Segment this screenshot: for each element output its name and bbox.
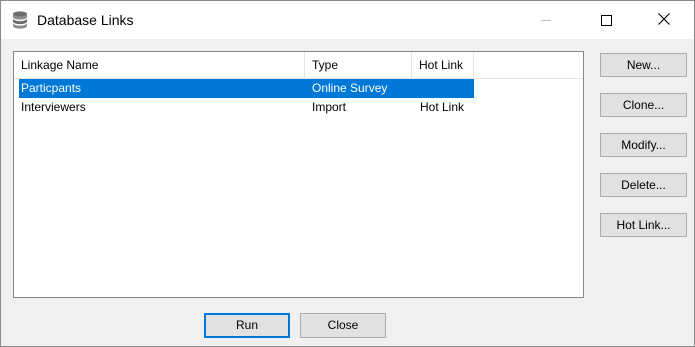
row-hot-link: Hot Link (420, 100, 465, 114)
row-linkage-name: Particpants (21, 81, 82, 95)
delete-button[interactable]: Delete... (600, 173, 687, 197)
minimize-button[interactable] (523, 1, 569, 39)
row-type: Online Survey (312, 81, 388, 95)
close-icon (658, 12, 670, 28)
run-button[interactable]: Run (204, 313, 290, 338)
hot-link-button[interactable]: Hot Link... (600, 213, 687, 237)
maximize-icon (600, 14, 612, 26)
column-header-hot-link[interactable]: Hot Link (412, 52, 474, 78)
database-links-dialog: Database Links Linkage Name Type Hot Lin… (0, 0, 695, 347)
window-title: Database Links (37, 12, 134, 28)
close-window-button[interactable] (641, 1, 687, 39)
row-linkage-name: Interviewers (21, 100, 86, 114)
list-row-particpants[interactable]: Particpants Online Survey (19, 79, 474, 98)
database-icon (12, 11, 28, 29)
list-header: Linkage Name Type Hot Link (14, 52, 583, 79)
row-type: Import (312, 100, 347, 114)
column-header-linkage-name[interactable]: Linkage Name (14, 52, 305, 78)
list-rows: Particpants Online Survey Interviewers I… (19, 79, 474, 117)
row-hot-link (418, 79, 474, 98)
maximize-button[interactable] (583, 1, 629, 39)
column-header-type[interactable]: Type (305, 52, 412, 78)
new-button[interactable]: New... (600, 53, 687, 77)
list-row-interviewers[interactable]: Interviewers Import Hot Link (19, 98, 474, 117)
database-links-list[interactable]: Linkage Name Type Hot Link Particpants O… (13, 51, 584, 298)
title-bar: Database Links (1, 1, 694, 39)
clone-button[interactable]: Clone... (600, 93, 687, 117)
modify-button[interactable]: Modify... (600, 133, 687, 157)
close-button[interactable]: Close (300, 313, 386, 338)
minimize-icon (541, 19, 551, 21)
